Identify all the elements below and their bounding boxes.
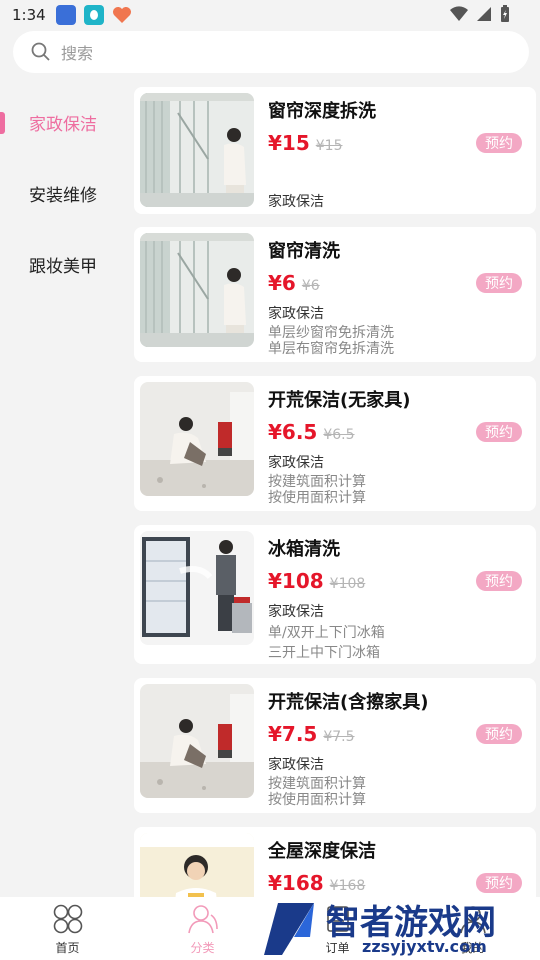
wifi-icon xyxy=(450,6,468,22)
notification-heart-icon xyxy=(112,5,132,25)
price-value: ¥15 xyxy=(268,131,310,155)
book-button[interactable]: 预约 xyxy=(476,273,522,293)
service-image-fridge xyxy=(140,531,254,645)
bottom-nav: 首页 分类 订单 我的 xyxy=(0,897,540,960)
sidebar-item-label: 安装维修 xyxy=(29,186,97,206)
service-image-curtain xyxy=(140,93,254,207)
desc-line: 单层布窗帘免拆清洗 xyxy=(268,341,394,357)
service-title: 开荒保洁(含擦家具) xyxy=(268,692,429,713)
order-icon xyxy=(326,906,349,932)
desc-line: 单层纱窗帘免拆清洗 xyxy=(268,325,394,341)
desc-line: 按建筑面积计算 xyxy=(268,776,366,792)
sidebar-item-beauty[interactable]: 跟妆美甲 xyxy=(0,229,128,300)
service-title: 全屋深度保洁 xyxy=(268,841,376,862)
nav-label: 首页 xyxy=(55,941,80,955)
search-input[interactable]: 搜索 xyxy=(61,40,93,64)
service-price: ¥15 ¥15 xyxy=(268,131,342,155)
original-price: ¥168 xyxy=(329,878,366,894)
nav-orders[interactable]: 订单 xyxy=(270,897,405,960)
service-desc: 按建筑面积计算 按使用面积计算 xyxy=(268,776,366,808)
notification-qq-icon xyxy=(83,5,104,25)
user-icon xyxy=(459,906,486,934)
nav-label: 分类 xyxy=(190,941,215,955)
service-price: ¥108 ¥108 xyxy=(268,569,365,593)
service-card[interactable]: 窗帘清洗 ¥6 ¥6 预约 家政保洁 单层纱窗帘免拆清洗 单层布窗帘免拆清洗 xyxy=(134,227,536,362)
service-image-curtain xyxy=(140,233,254,347)
service-image-housekeeper xyxy=(140,833,254,897)
status-time: 1:34 xyxy=(12,6,46,24)
book-button[interactable]: 预约 xyxy=(476,873,522,893)
service-price: ¥6.5 ¥6.5 xyxy=(268,420,355,444)
service-image-cleaning xyxy=(140,684,254,798)
book-button[interactable]: 预约 xyxy=(476,422,522,442)
sidebar-item-repair[interactable]: 安装维修 xyxy=(0,158,128,229)
nav-mine[interactable]: 我的 xyxy=(405,897,540,960)
search-icon xyxy=(31,42,50,61)
sidebar-item-housekeeping[interactable]: 家政保洁 xyxy=(0,87,128,158)
desc-line: 按使用面积计算 xyxy=(268,490,366,506)
service-price: ¥168 ¥168 xyxy=(268,871,365,895)
nav-label: 我的 xyxy=(460,941,485,955)
service-desc: 单层纱窗帘免拆清洗 单层布窗帘免拆清洗 xyxy=(268,325,394,357)
price-value: ¥6 xyxy=(268,271,296,295)
sidebar-item-label: 家政保洁 xyxy=(29,115,97,135)
price-value: ¥7.5 xyxy=(268,722,318,746)
service-card[interactable]: 开荒保洁(无家具) ¥6.5 ¥6.5 预约 家政保洁 按建筑面积计算 按使用面积… xyxy=(134,376,536,511)
search-bar[interactable]: 搜索 xyxy=(13,31,529,73)
service-category: 家政保洁 xyxy=(268,455,324,471)
desc-line: 三开上中下门冰箱 xyxy=(268,645,380,661)
original-price: ¥7.5 xyxy=(323,729,355,745)
service-image-cleaning xyxy=(140,382,254,496)
status-bar: 1:34 xyxy=(0,0,540,30)
nav-home[interactable]: 首页 xyxy=(0,897,135,960)
desc-line: 按使用面积计算 xyxy=(268,792,366,808)
service-title: 窗帘清洗 xyxy=(268,241,340,262)
service-title: 冰箱清洗 xyxy=(268,539,340,560)
service-category: 家政保洁 xyxy=(268,757,324,773)
desc-line: 按建筑面积计算 xyxy=(268,474,366,490)
service-list: 窗帘深度拆洗 ¥15 ¥15 预约 家政保洁 窗帘清洗 ¥6 ¥6 预约 家政保洁 … xyxy=(134,87,536,897)
book-button[interactable]: 预约 xyxy=(476,133,522,153)
service-price: ¥7.5 ¥7.5 xyxy=(268,722,355,746)
original-price: ¥6 xyxy=(301,278,320,294)
nav-label: 订单 xyxy=(325,941,350,955)
book-button[interactable]: 预约 xyxy=(476,724,522,744)
price-value: ¥168 xyxy=(268,871,324,895)
nav-category[interactable]: 分类 xyxy=(135,897,270,960)
battery-icon xyxy=(501,5,509,22)
service-card[interactable]: 窗帘深度拆洗 ¥15 ¥15 预约 家政保洁 xyxy=(134,87,536,214)
original-price: ¥15 xyxy=(315,138,343,154)
service-title: 窗帘深度拆洗 xyxy=(268,101,376,122)
service-title: 开荒保洁(无家具) xyxy=(268,390,411,411)
category-sidebar: 家政保洁 安装维修 跟妆美甲 xyxy=(0,87,128,897)
sidebar-item-label: 跟妆美甲 xyxy=(29,257,97,277)
notification-app-icon xyxy=(55,5,76,25)
original-price: ¥108 xyxy=(329,576,366,592)
service-card[interactable]: 冰箱清洗 ¥108 ¥108 预约 家政保洁 单/双开上下门冰箱 三开上中下门冰箱 xyxy=(134,525,536,664)
grid-icon xyxy=(53,904,82,934)
desc-line: 单/双开上下门冰箱 xyxy=(268,625,385,641)
service-category: 家政保洁 xyxy=(268,604,324,620)
service-desc: 单/双开上下门冰箱 三开上中下门冰箱 xyxy=(268,623,385,663)
signal-icon xyxy=(477,7,491,21)
person-icon xyxy=(187,905,218,934)
price-value: ¥108 xyxy=(268,569,324,593)
service-category: 家政保洁 xyxy=(268,306,324,322)
service-category: 家政保洁 xyxy=(268,194,324,210)
service-card[interactable]: 全屋深度保洁 ¥168 ¥168 预约 xyxy=(134,827,536,897)
service-card[interactable]: 开荒保洁(含擦家具) ¥7.5 ¥7.5 预约 家政保洁 按建筑面积计算 按使用面… xyxy=(134,678,536,813)
service-desc: 按建筑面积计算 按使用面积计算 xyxy=(268,474,366,506)
book-button[interactable]: 预约 xyxy=(476,571,522,591)
service-price: ¥6 ¥6 xyxy=(268,271,320,295)
original-price: ¥6.5 xyxy=(323,427,355,443)
price-value: ¥6.5 xyxy=(268,420,318,444)
